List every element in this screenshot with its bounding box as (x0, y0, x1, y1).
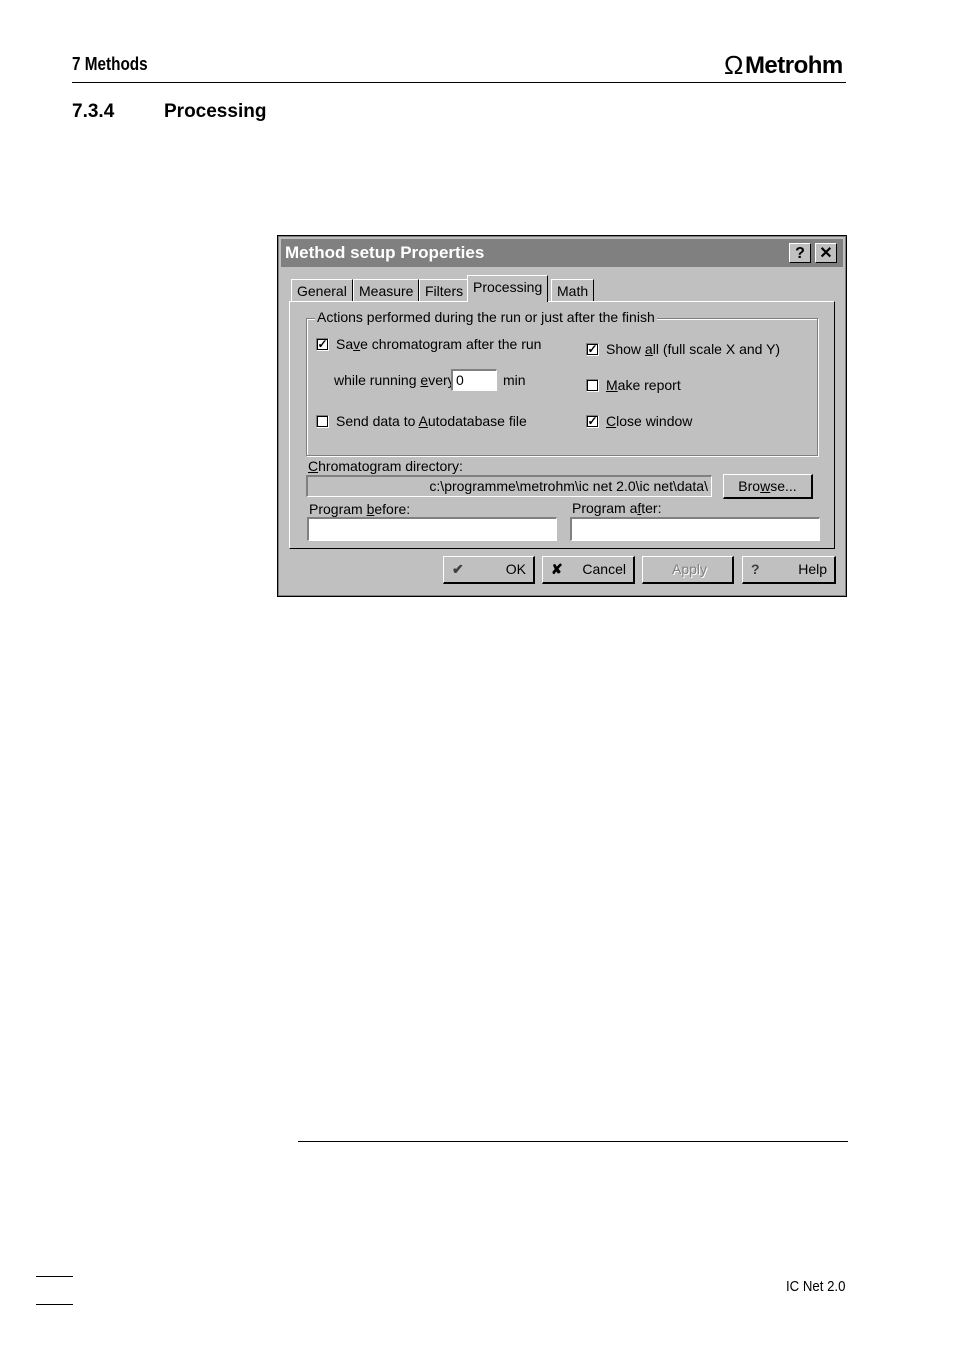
header-rule (72, 82, 846, 83)
close-window-checkbox[interactable]: ✓ (586, 415, 599, 428)
dialog-titlebar: Method setup Properties ? ✕ (281, 239, 843, 267)
tab-processing[interactable]: Processing (467, 275, 549, 302)
program-after-input[interactable] (570, 517, 820, 541)
chapter-heading: 7 Methods (72, 54, 148, 74)
apply-button[interactable]: Apply (642, 556, 734, 584)
show-all-label: Show all (full scale X and Y) (606, 341, 781, 357)
close-window-label: Close window (606, 413, 693, 429)
footer-mark-bottom (36, 1304, 73, 1305)
tab-filters[interactable]: Filters (419, 279, 470, 301)
program-before-label: Program before: (309, 501, 411, 517)
check-icon: ✔ (452, 561, 464, 577)
make-report-label: Make report (606, 377, 681, 393)
interval-input[interactable]: 0 (451, 369, 497, 391)
processing-panel: Actions performed during the run or just… (289, 301, 835, 549)
dialog-title: Method setup Properties (285, 243, 485, 262)
send-autodatabase-label: Send data to Autodatabase file (336, 413, 527, 429)
cancel-button[interactable]: ✘ Cancel (542, 556, 635, 584)
close-icon[interactable]: ✕ (815, 243, 837, 263)
show-all-checkbox[interactable]: ✓ (586, 343, 599, 356)
omega-logo-icon: Ω (724, 50, 743, 80)
chromatogram-directory-field[interactable]: c:\programme\metrohm\ic net 2.0\ic net\d… (306, 475, 712, 497)
save-chromatogram-label: Save chromatogram after the run (336, 336, 542, 352)
cross-icon: ✘ (551, 561, 563, 577)
program-after-label: Program after: (572, 500, 662, 516)
interval-unit: min (503, 372, 526, 388)
tab-measure[interactable]: Measure (353, 279, 420, 301)
footer-product: IC Net 2.0 (786, 1278, 846, 1295)
logo-text: Metrohm (744, 51, 843, 79)
save-chromatogram-checkbox[interactable]: ✓ (316, 338, 329, 351)
metrohm-logo: Ω Metrohm (724, 50, 843, 81)
send-autodatabase-checkbox[interactable] (316, 415, 329, 428)
ok-button[interactable]: ✔ OK (443, 556, 535, 584)
question-icon: ? (751, 561, 760, 577)
while-running-label: while running every (334, 372, 455, 388)
tab-general[interactable]: General (291, 279, 353, 301)
section-number: 7.3.4 (72, 101, 115, 122)
help-button[interactable]: ? Help (742, 556, 836, 584)
help-icon[interactable]: ? (789, 243, 811, 263)
program-before-input[interactable] (307, 517, 557, 541)
footer-rule (298, 1141, 848, 1142)
section-title: Processing (164, 101, 267, 122)
browse-button[interactable]: Browse... (723, 474, 813, 499)
actions-groupbox: Actions performed during the run or just… (306, 309, 818, 456)
group-title: Actions performed during the run or just… (315, 309, 657, 325)
make-report-checkbox[interactable] (586, 379, 599, 392)
directory-label: Chromatogram directory: (308, 458, 463, 474)
tab-math[interactable]: Math (551, 279, 595, 301)
footer-mark-top (36, 1276, 73, 1277)
method-setup-dialog: Method setup Properties ? ✕ General Meas… (277, 235, 847, 597)
